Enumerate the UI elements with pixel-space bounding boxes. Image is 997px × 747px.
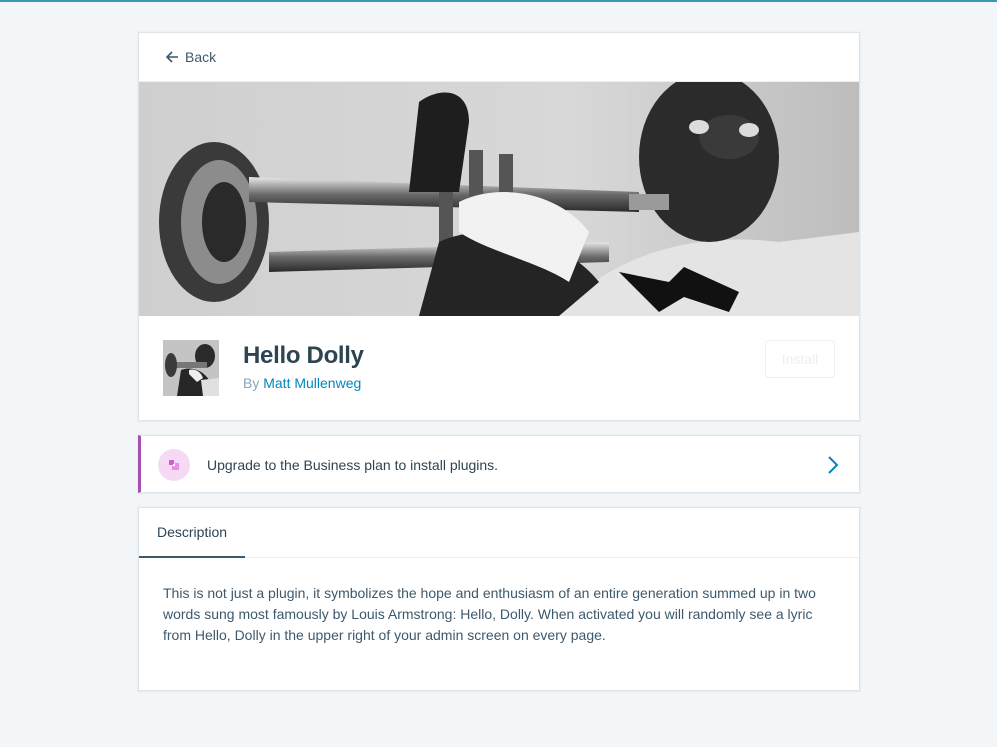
description-text: This is not just a plugin, it symbolizes… [163,585,816,643]
plugin-title: Hello Dolly [243,342,364,369]
install-button[interactable]: Install [765,340,835,378]
business-plan-icon [158,449,190,481]
arrow-left-icon [165,50,179,64]
author-link[interactable]: Matt Mullenweg [263,375,361,391]
chevron-right-icon [827,455,839,480]
by-prefix: By [243,375,260,391]
plugin-page: Back Hello Dolly By Matt Mullenweg Insta… [138,32,860,691]
description-card: Description This is not just a plugin, i… [138,507,860,691]
back-label: Back [185,49,217,65]
section-tabs: Description [139,508,859,558]
nudge-text: Upgrade to the Business plan to install … [207,457,499,473]
header-bar: Back [139,33,859,82]
top-accent-rule [0,0,997,2]
plugin-meta: Hello Dolly By Matt Mullenweg Install [139,316,859,420]
plugin-banner-image [139,82,859,316]
plugin-header-card: Back Hello Dolly By Matt Mullenweg Insta… [138,32,860,421]
plugin-icon [163,340,219,396]
tab-description[interactable]: Description [139,508,245,558]
plugin-byline: By Matt Mullenweg [243,375,361,391]
back-button[interactable]: Back [165,49,216,65]
upgrade-nudge[interactable]: Upgrade to the Business plan to install … [138,435,860,493]
